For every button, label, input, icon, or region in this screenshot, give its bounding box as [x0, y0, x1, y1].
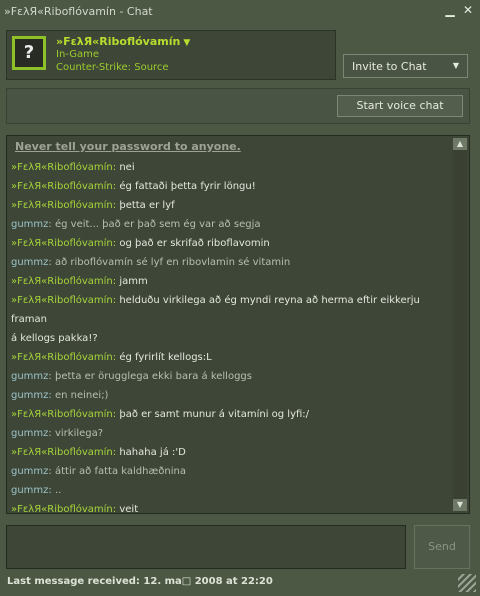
message-text: það er samt munur á vitamíni og lyfi:/ [119, 409, 310, 420]
send-button[interactable]: Send [414, 525, 470, 569]
message-text: en neinei;) [54, 390, 109, 401]
password-warning: Never tell your password to anyone. [15, 140, 241, 153]
chat-message: »FελЯ«Riboflóvamín: hahaha já :'D [11, 447, 186, 458]
message-text: og það er skrifað riboflavomin [119, 238, 270, 249]
minimize-icon[interactable]: ▁ [443, 3, 457, 17]
chat-message: gummz: .. [11, 485, 62, 496]
start-voice-chat-button[interactable]: Start voice chat [337, 95, 463, 117]
message-text: hahaha já :'D [119, 447, 186, 458]
message-text: áttir að fatta kaldhæðnina [54, 466, 186, 477]
message-sender: »FελЯ«Riboflóvamín [11, 276, 113, 287]
scroll-up-icon[interactable]: ▲ [453, 138, 467, 150]
chat-message: gummz: þetta er örugglega ekki bara á ke… [11, 371, 252, 382]
chat-message: gummz: að riboflóvamín sé lyf en ribovla… [11, 257, 291, 268]
friend-panel: ? »FελЯ«Riboflóvamín ▼ In-Game Counter-St… [6, 30, 336, 80]
message-text: .. [54, 485, 62, 496]
message-text: ég fattaði þetta fyrir löngu! [119, 181, 256, 192]
message-sender: gummz [11, 371, 49, 382]
chat-message: »FελЯ«Riboflóvamín: veit [11, 504, 139, 514]
chat-message: »FελЯ«Riboflóvamín: það er samt munur á … [11, 409, 310, 420]
message-text: virkilega? [54, 428, 104, 439]
message-text: jamm [119, 276, 148, 287]
chat-message: »FελЯ«Riboflóvamín: og það er skrifað ri… [11, 238, 270, 249]
last-message-status: Last message received: 12. ma□ 2008 at 2… [7, 576, 273, 587]
message-text: þetta er örugglega ekki bara á kelloggs [54, 371, 252, 382]
message-input[interactable] [6, 525, 406, 569]
message-text: að riboflóvamín sé lyf en ribovlamin sé … [54, 257, 291, 268]
message-list: »FελЯ«Riboflóvamín: nei »FελЯ«Riboflóvamí… [11, 158, 449, 514]
chat-message: »FελЯ«Riboflóvamín: þetta er lyf [11, 200, 175, 211]
message-sender: gummz [11, 485, 49, 496]
close-icon[interactable]: ✕ [461, 3, 475, 17]
chat-message: gummz: virkilega? [11, 428, 104, 439]
chat-message: »FελЯ«Riboflóvamín: jamm [11, 276, 148, 287]
avatar[interactable]: ? [12, 36, 46, 70]
chevron-down-icon: ▼ [183, 38, 191, 48]
chat-message: á kellogs pakka!? [11, 329, 449, 348]
message-text: ég veit... það er það sem ég var að segj… [54, 219, 261, 230]
friend-game: Counter-Strike: Source [56, 62, 169, 73]
message-text: veit [119, 504, 139, 514]
chat-message: gummz: áttir að fatta kaldhæðnina [11, 466, 186, 477]
message-text: nei [119, 162, 135, 173]
invite-to-chat-button[interactable]: Invite to Chat ▼ [343, 54, 468, 78]
resize-grip-icon[interactable] [458, 574, 476, 592]
message-sender: »FελЯ«Riboflóvamín [11, 295, 113, 306]
voice-bar: Start voice chat [6, 88, 470, 124]
chat-log: Never tell your password to anyone. »Fελ… [6, 135, 470, 514]
friend-status: In-Game [56, 49, 100, 60]
scroll-down-icon[interactable]: ▼ [453, 499, 467, 511]
message-sender: »FελЯ«Riboflóvamín [11, 504, 113, 514]
message-sender: gummz [11, 390, 49, 401]
message-sender: »FελЯ«Riboflóvamín [11, 447, 113, 458]
chat-message: »FελЯ«Riboflóvamín: ég fattaði þetta fyr… [11, 181, 256, 192]
chat-message: »FελЯ«Riboflóvamín: nei [11, 162, 135, 173]
message-sender: »FελЯ«Riboflóvamín [11, 200, 113, 211]
invite-label: Invite to Chat [352, 60, 427, 73]
message-sender: »FελЯ«Riboflóvamín [11, 238, 113, 249]
message-text: á kellogs pakka!? [11, 333, 98, 344]
message-sender: »FελЯ«Riboflóvamín [11, 409, 113, 420]
window-title: »FελЯ«Riboflóvamín - Chat [4, 5, 153, 18]
chat-message: »FελЯ«Riboflóvamín: ég fyrirlít kellogs:… [11, 352, 212, 363]
message-sender: »FελЯ«Riboflóvamín [11, 352, 113, 363]
title-bar: »FελЯ«Riboflóvamín - Chat ▁ ✕ [0, 0, 480, 22]
message-sender: gummz [11, 428, 49, 439]
friend-name: »FελЯ«Riboflóvamín [56, 35, 181, 48]
message-sender: gummz [11, 257, 49, 268]
message-sender: »FελЯ«Riboflóvamín [11, 181, 113, 192]
chat-message: gummz: ég veit... það er það sem ég var … [11, 219, 261, 230]
message-text: ég fyrirlít kellogs:L [119, 352, 212, 363]
chat-message: »FελЯ«Riboflóvamín: helduðu virkilega að… [11, 295, 420, 325]
chat-message: gummz: en neinei;) [11, 390, 109, 401]
chevron-down-icon: ▼ [452, 61, 459, 70]
friend-name-dropdown[interactable]: »FελЯ«Riboflóvamín ▼ [56, 35, 190, 48]
message-text: þetta er lyf [119, 200, 175, 211]
message-sender: gummz [11, 219, 49, 230]
message-sender: »FελЯ«Riboflóvamín [11, 162, 113, 173]
message-sender: gummz [11, 466, 49, 477]
scrollbar[interactable]: ▲ ▼ [453, 138, 467, 511]
